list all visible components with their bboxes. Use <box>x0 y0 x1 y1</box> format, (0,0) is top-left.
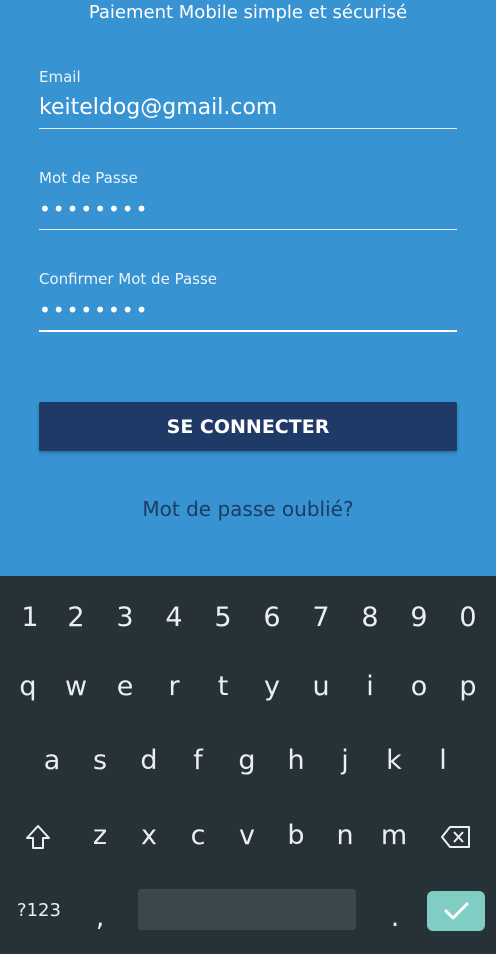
key-8[interactable]: 8 <box>350 598 390 638</box>
confirm-password-underline <box>39 330 457 332</box>
confirm-password-label: Confirmer Mot de Passe <box>39 270 217 288</box>
symbols-key[interactable]: ?123 <box>8 891 70 931</box>
key-v[interactable]: v <box>227 816 267 856</box>
confirm-password-field[interactable]: Confirmer Mot de Passe •••••••• <box>39 270 457 332</box>
password-input[interactable]: •••••••• <box>39 193 457 225</box>
key-t[interactable]: t <box>203 667 243 707</box>
key-c[interactable]: c <box>178 816 218 856</box>
password-field[interactable]: Mot de Passe •••••••• <box>39 169 457 230</box>
key-7[interactable]: 7 <box>301 598 341 638</box>
key-k[interactable]: k <box>374 741 414 781</box>
key-y[interactable]: y <box>252 667 292 707</box>
key-i[interactable]: i <box>350 667 390 707</box>
period-key[interactable]: . <box>375 898 415 938</box>
key-z[interactable]: z <box>80 816 120 856</box>
backspace-icon[interactable] <box>434 816 478 856</box>
keyboard-number-row: 1 2 3 4 5 6 7 8 9 0 <box>0 598 496 638</box>
forgot-password-link[interactable]: Mot de passe oublié? <box>0 497 496 521</box>
key-n[interactable]: n <box>325 816 365 856</box>
email-label: Email <box>39 68 81 86</box>
key-x[interactable]: x <box>129 816 169 856</box>
key-d[interactable]: d <box>129 741 169 781</box>
comma-key[interactable]: , <box>80 898 120 938</box>
confirm-password-input[interactable]: •••••••• <box>39 294 457 326</box>
key-2[interactable]: 2 <box>56 598 96 638</box>
key-j[interactable]: j <box>325 741 365 781</box>
key-1[interactable]: 1 <box>10 598 50 638</box>
keyboard-row-3: z x c v b n m <box>0 816 496 856</box>
email-underline <box>39 128 457 129</box>
login-button[interactable]: SE CONNECTER <box>39 402 457 451</box>
key-e[interactable]: e <box>105 667 145 707</box>
password-underline <box>39 229 457 230</box>
email-input[interactable]: keiteldog@gmail.com <box>39 92 457 124</box>
checkmark-icon <box>444 902 469 920</box>
key-5[interactable]: 5 <box>203 598 243 638</box>
key-w[interactable]: w <box>56 667 96 707</box>
key-p[interactable]: p <box>448 667 488 707</box>
key-0[interactable]: 0 <box>448 598 488 638</box>
key-f[interactable]: f <box>178 741 218 781</box>
key-a[interactable]: a <box>32 741 72 781</box>
login-screen: Paiement Mobile simple et sécurisé Email… <box>0 0 496 576</box>
email-field[interactable]: Email keiteldog@gmail.com <box>39 68 457 129</box>
keyboard-row-1: q w e r t y u i o p <box>0 667 496 707</box>
key-9[interactable]: 9 <box>399 598 439 638</box>
keyboard-row-2: a s d f g h j k l <box>0 741 496 781</box>
key-h[interactable]: h <box>276 741 316 781</box>
key-3[interactable]: 3 <box>105 598 145 638</box>
key-g[interactable]: g <box>227 741 267 781</box>
enter-key[interactable] <box>427 891 485 931</box>
soft-keyboard: 1 2 3 4 5 6 7 8 9 0 q w e r t y u i o p … <box>0 576 496 954</box>
space-bar[interactable] <box>138 889 356 930</box>
key-m[interactable]: m <box>374 816 414 856</box>
tagline: Paiement Mobile simple et sécurisé <box>88 2 408 23</box>
key-6[interactable]: 6 <box>252 598 292 638</box>
key-u[interactable]: u <box>301 667 341 707</box>
key-4[interactable]: 4 <box>154 598 194 638</box>
key-l[interactable]: l <box>423 741 463 781</box>
password-label: Mot de Passe <box>39 169 138 187</box>
key-r[interactable]: r <box>154 667 194 707</box>
key-o[interactable]: o <box>399 667 439 707</box>
shift-icon[interactable] <box>18 816 58 856</box>
key-b[interactable]: b <box>276 816 316 856</box>
key-q[interactable]: q <box>8 667 48 707</box>
key-s[interactable]: s <box>80 741 120 781</box>
